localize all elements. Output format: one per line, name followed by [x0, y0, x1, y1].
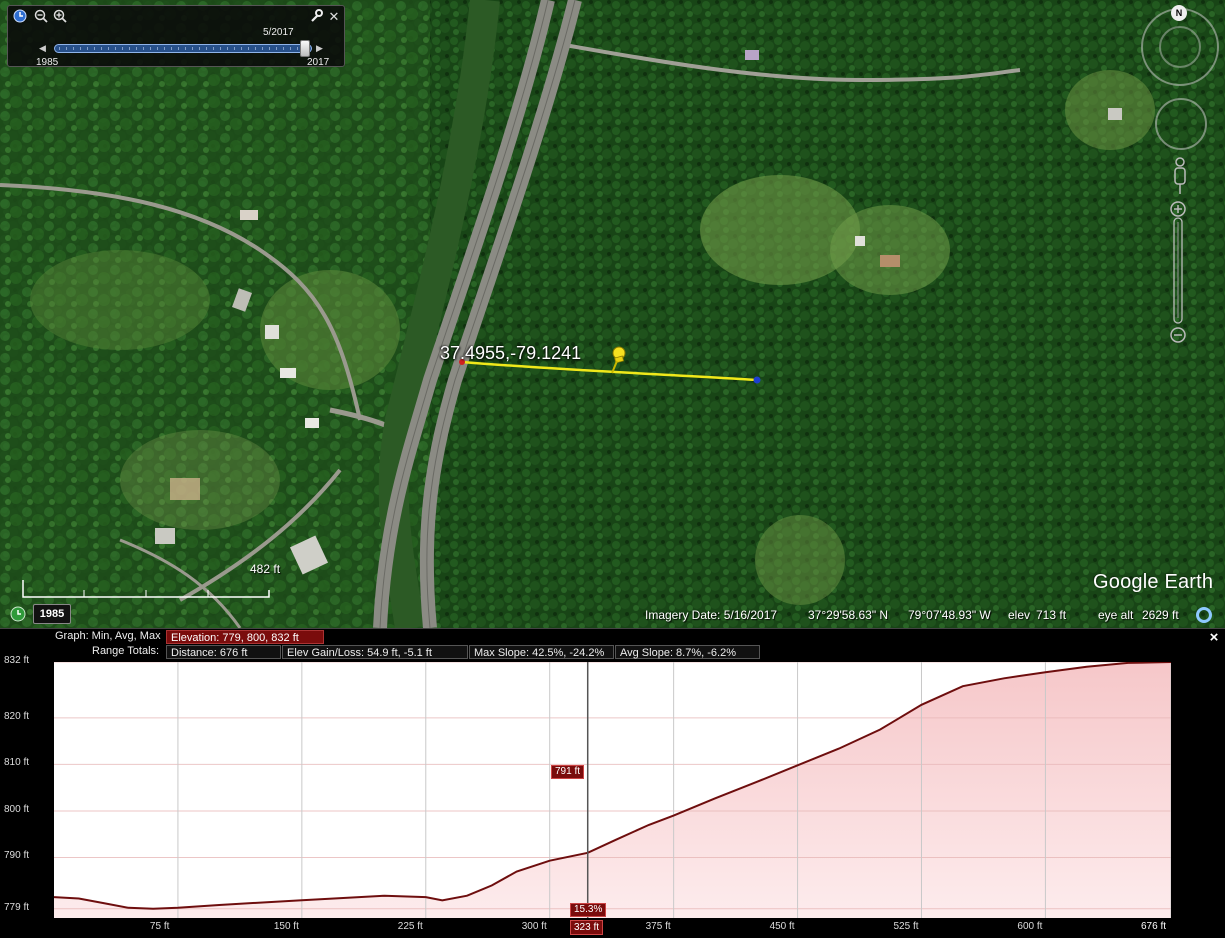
eye-alt-value: 2629 ft [1142, 608, 1179, 622]
clock-icon[interactable] [12, 9, 28, 25]
current-date-label: 5/2017 [263, 27, 294, 38]
scale-label: 482 ft [250, 562, 281, 576]
zoom-in-icon[interactable] [52, 9, 68, 25]
y-tick-label: 779 ft [4, 901, 30, 913]
latitude-readout: 37°29'58.63" N [808, 608, 889, 622]
end-year-label: 2017 [307, 57, 330, 68]
step-back-icon[interactable]: ◀ [39, 43, 46, 54]
pushpin-icon[interactable] [604, 345, 630, 375]
time-slider-thumb[interactable] [300, 40, 310, 57]
cursor-distance-readout: 323 ft [570, 920, 604, 935]
path-end-marker[interactable] [753, 376, 761, 384]
scale-bar [22, 580, 270, 598]
time-slider-track[interactable] [54, 44, 312, 53]
step-forward-icon[interactable]: ▶ [316, 43, 323, 54]
x-tick-label: 75 ft [149, 921, 170, 932]
historical-imagery-clock-icon[interactable] [10, 606, 26, 622]
elevation-summary: Elevation: 779, 800, 832 ft [166, 630, 324, 644]
y-tick-label: 800 ft [4, 803, 30, 815]
north-indicator[interactable]: N [1171, 5, 1187, 21]
elev-label: elev [1008, 608, 1031, 622]
start-year-label: 1985 [36, 57, 59, 68]
y-tick-label: 810 ft [4, 757, 30, 769]
measured-path [459, 359, 761, 384]
close-icon[interactable]: ✕ [326, 9, 342, 25]
imagery-date: Imagery Date: 5/16/2017 [645, 608, 778, 622]
y-tick-label: 832 ft [4, 655, 30, 666]
cursor-elevation-readout: 791 ft [551, 765, 585, 779]
zoom-slider[interactable] [1169, 200, 1187, 345]
graph-mode-label: Graph: Min, Avg, Max [55, 630, 161, 642]
elevation-chart[interactable] [54, 662, 1171, 918]
zoom-out-icon[interactable] [33, 9, 49, 25]
y-tick-label: 820 ft [4, 710, 30, 722]
x-tick-label: 225 ft [397, 921, 423, 932]
elevation-plot-area[interactable] [54, 662, 1171, 918]
wrench-icon[interactable] [308, 9, 324, 25]
elev-value: 713 ft [1036, 608, 1067, 622]
elevation-profile-panel: × Graph: Min, Avg, Max Elevation: 779, 8… [0, 628, 1225, 938]
elevation-area [54, 662, 1171, 918]
x-tick-label: 300 ft [521, 921, 547, 932]
close-profile-button[interactable]: × [1206, 630, 1222, 646]
x-tick-label: 375 ft [645, 921, 671, 932]
x-tick-label: 450 ft [769, 921, 795, 932]
streaming-status-icon [1196, 607, 1212, 623]
x-tick-label: 150 ft [273, 921, 299, 932]
cursor-slope-readout: 15.3% [570, 903, 607, 917]
max-slope: Max Slope: 42.5%, -24.2% [469, 645, 614, 659]
historical-imagery-slider: ✕ 5/2017 ◀ ▶ 1985 2017 [7, 5, 345, 68]
x-tick-label: 525 ft [893, 921, 919, 932]
street-view-pegman-icon[interactable] [1172, 156, 1188, 196]
x-tick-label: 676 ft [1141, 921, 1167, 932]
y-tick-label: 790 ft [4, 850, 30, 862]
distance-total: Distance: 676 ft [166, 645, 281, 659]
eye-alt-label: eye alt [1098, 608, 1134, 622]
longitude-readout: 79°07'48.93" W [908, 608, 991, 622]
map-viewport[interactable]: 37.4955,-79.1241 ✕ 5/2017 ◀ ▶ 1985 2017 … [0, 0, 1225, 628]
elev-gain-loss: Elev Gain/Loss: 54.9 ft, -5.1 ft [282, 645, 468, 659]
placemark-coordinate-label: 37.4955,-79.1241 [440, 343, 582, 363]
google-earth-logo: Google Earth [1093, 571, 1214, 593]
avg-slope: Avg Slope: 8.7%, -6.2% [615, 645, 760, 659]
look-control[interactable] [1155, 98, 1207, 150]
graph-row: Graph: Min, Avg, Max [55, 630, 161, 642]
range-totals-label: Range Totals: [92, 645, 160, 657]
x-tick-label: 600 ft [1017, 921, 1043, 932]
imagery-year-badge[interactable]: 1985 [33, 604, 71, 624]
